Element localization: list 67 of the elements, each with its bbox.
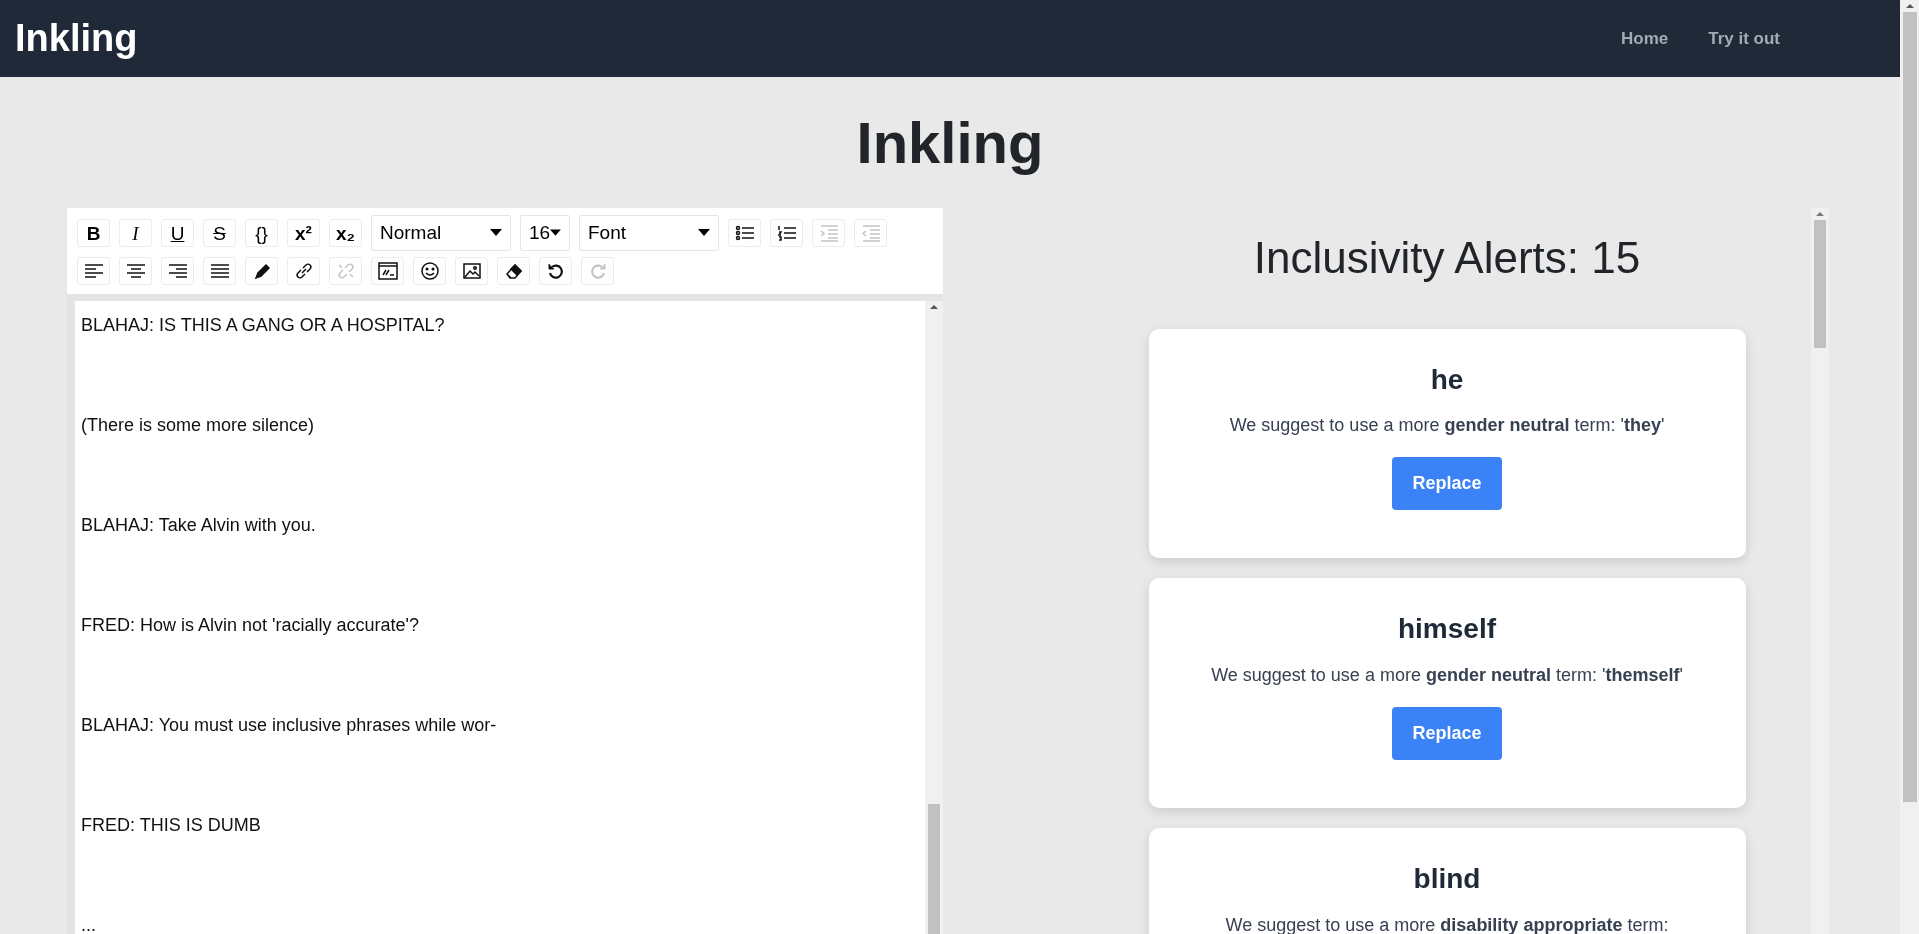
toolbar-button[interactable] [455,257,488,285]
page-scrollbar[interactable] [1900,0,1919,934]
dropdown[interactable]: Normal [371,215,511,251]
text-line: (There is some more silence) [81,415,316,436]
format-button[interactable]: {} [245,219,278,247]
format-button[interactable]: x² [287,219,320,247]
caret-icon [698,229,710,237]
alert-term: himself [1397,612,1497,646]
alert-term: he [1429,362,1465,397]
format-button[interactable]: I [119,219,152,247]
align-center-icon [125,262,146,280]
outdent-icon [860,224,881,242]
suggestion-text: We suggest to use a more gender neutral term: 'themself' [1210,664,1684,687]
text-line: BLAHAJ: IS THIS A GANG OR A HOSPITAL? [81,315,446,336]
scroll-thumb[interactable] [928,804,940,934]
link-icon [293,262,314,280]
align-left-icon [83,262,104,280]
brand-name[interactable]: Inkling [15,10,138,67]
emoji-icon [419,262,440,280]
scroll-thumb[interactable] [1902,12,1917,802]
replace-button[interactable]: Replace [1392,457,1502,511]
unlink-icon [335,262,356,280]
numbered-list-icon [776,224,797,242]
scrollbar[interactable] [1811,208,1829,934]
toolbar-button[interactable] [203,257,236,285]
dropdown[interactable]: Font [579,215,719,251]
toolbar-button[interactable] [371,257,404,285]
scroll-thumb[interactable] [1814,220,1826,348]
nav-link[interactable]: Try it out [1708,25,1780,52]
toolbar-button[interactable] [413,257,446,285]
eraser-icon [503,262,524,280]
replace-button[interactable]: Replace [1392,707,1502,760]
text-line: BLAHAJ: Take Alvin with you. [81,515,317,536]
text-line: FRED: THIS IS DUMB [81,815,262,836]
caret-icon [490,229,502,237]
undo-icon [545,262,566,280]
toolbar-button[interactable] [728,219,761,247]
suggestion-text: We suggest to use a more gender neutral term: 'they' [1228,414,1666,438]
text-line: FRED: How is Alvin not 'racially accurate'? [81,615,420,636]
scrollbar[interactable] [925,301,943,934]
text-line: BLAHAJ: You must use inclusive phrases while wor- [81,715,498,736]
format-button[interactable]: x₂ [329,219,362,247]
toolbar-button[interactable] [770,219,803,247]
image-icon [461,262,482,280]
caret-icon [550,229,561,237]
dropdown[interactable]: 16 [520,215,570,251]
toolbar-button[interactable] [245,257,278,285]
alert-term: blind [1412,862,1482,896]
format-button[interactable]: B [77,219,110,247]
suggestion-text: We suggest to use a more disability appropriate term: [1224,913,1670,934]
nav-link[interactable]: Home [1621,25,1669,52]
toolbar-button[interactable] [497,257,530,285]
toolbar-button[interactable] [539,257,572,285]
justify-icon [209,262,230,280]
alerts-heading: Inclusivity Alerts: 15 [1253,232,1641,284]
embed-icon [377,262,398,280]
align-right-icon [167,262,188,280]
format-button[interactable]: S [203,219,236,247]
toolbar-button[interactable] [77,257,110,285]
indent-icon [818,224,839,242]
list-icon [734,224,755,242]
text-line: ... [81,915,97,934]
format-button[interactable]: U [161,219,194,247]
page-title: Inkling [855,109,1045,177]
toolbar-button[interactable] [119,257,152,285]
toolbar-button[interactable] [287,257,320,285]
toolbar-button[interactable] [161,257,194,285]
